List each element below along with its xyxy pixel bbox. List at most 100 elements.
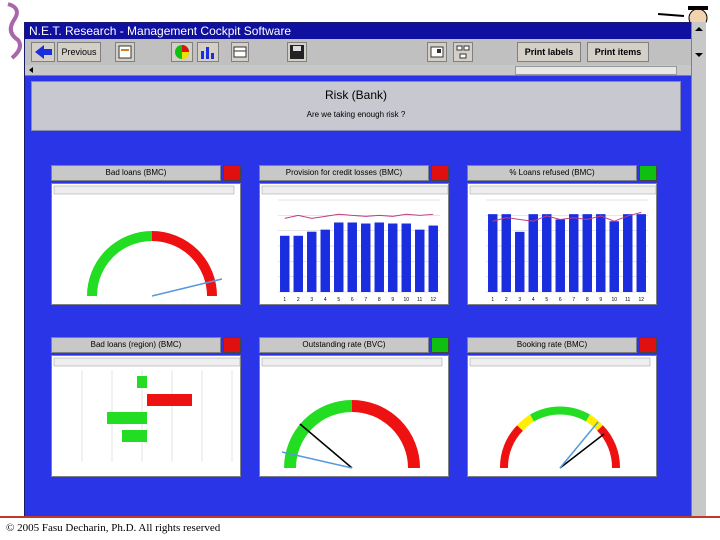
bar-chart-provision: 1 2 3 4 5 6 7 8 9 10 11 12 [261,185,449,303]
tick-label: 1 [491,297,494,303]
bar [374,222,384,292]
scrollbar-thumb[interactable] [515,66,677,75]
print-labels-button[interactable]: Print labels [517,42,581,62]
chart-header-strip [53,357,241,367]
card-title: Bad loans (BMC) [51,165,221,181]
tick-label: 10 [403,297,409,303]
bar [488,214,498,292]
tick-label: 5 [337,297,340,303]
card-bad-loans-region[interactable]: Bad loans (region) (BMC) [51,337,241,477]
tick-label: 6 [351,297,354,303]
tick-label: 7 [572,297,575,303]
scroll-up-icon[interactable] [693,24,705,34]
hbar-panel [51,355,241,477]
bar [320,229,330,292]
scroll-down-icon[interactable] [693,50,705,60]
page-subtitle: Are we taking enough risk ? [306,110,406,119]
bar-chart-loans-refused: 1 2 3 4 5 6 7 8 9 10 11 12 [469,185,657,303]
tick-label: 1 [283,297,286,303]
window-button[interactable] [427,42,447,62]
table-icon [233,46,247,58]
bar [528,214,538,292]
floppy-disk-icon [290,45,304,59]
notes-icon [118,45,132,59]
bar [361,223,371,292]
bar [401,223,411,292]
tick-label: 5 [545,297,548,303]
tick-label: 7 [364,297,367,303]
tick-label: 11 [625,297,630,303]
back-arrow-icon [35,45,52,59]
bar [542,214,552,292]
status-light [431,337,449,353]
card-booking-rate[interactable]: Booking rate (BMC) [467,337,657,477]
print-items-button[interactable]: Print items [587,42,649,62]
tick-label: 11 [417,297,422,303]
gauge-panel [51,183,241,305]
status-light [223,337,241,353]
tick-label: 12 [430,297,436,303]
window-icon [430,46,444,58]
tick-label: 4 [324,297,327,303]
bar [636,214,646,292]
card-provision-credit-losses[interactable]: Provision for credit losses (BMC) 123456… [259,165,449,305]
card-title: Outstanding rate (BVC) [259,337,429,353]
horizontal-scrollbar[interactable] [25,65,692,76]
bar [596,214,606,292]
status-light [223,165,241,181]
pie-chart-button[interactable] [171,42,193,62]
status-light [431,165,449,181]
bar [569,214,579,292]
toolbar: Previous Print labels Print items [25,39,692,66]
bar [280,235,290,292]
bar [415,229,425,292]
hbar [147,394,192,406]
gauge-chart [469,357,651,469]
gauge-panel [467,355,657,477]
tick-label: 3 [310,297,313,303]
notes-button[interactable] [115,42,135,62]
card-loans-refused[interactable]: % Loans refused (BMC) 1 2 3 4 5 6 7 8 9 10 11 12 [467,165,657,305]
card-outstanding-rate[interactable]: Outstanding rate (BVC) [259,337,449,477]
status-light [639,165,657,181]
window-title: N.E.T. Research - Management Cockpit Sof… [25,23,692,39]
org-chart-button[interactable] [453,42,473,62]
card-title: Bad loans (region) (BMC) [51,337,221,353]
tick-label: 2 [297,297,300,303]
bar-chart-button[interactable] [197,42,219,62]
header-panel: Risk (Bank) Are we taking enough risk ? [31,81,681,131]
page-title: Risk (Bank) [324,88,387,102]
tick-label: 8 [586,297,589,303]
gauge-chart [53,185,235,297]
hbar [107,412,147,424]
vertical-scrollbar[interactable] [691,22,706,516]
bar-panel: 1 2 3 4 5 6 7 8 9 10 11 12 [259,183,449,305]
tick-label: 4 [532,297,535,303]
bar [428,225,438,292]
previous-button[interactable]: Previous [57,42,101,62]
bar-panel: 1 2 3 4 5 6 7 8 9 10 11 12 [467,183,657,305]
card-bad-loans[interactable]: Bad loans (BMC) [51,165,241,305]
copyright-text: © 2005 Fasu Decharin, Ph.D. All rights r… [6,522,221,534]
tick-label: 8 [378,297,381,303]
org-chart-icon [456,45,470,59]
chart-header-strip [261,185,449,195]
scroll-left-icon[interactable] [26,65,36,75]
card-title: % Loans refused (BMC) [467,165,637,181]
chart-header-strip [469,185,657,195]
footer-divider [0,516,720,518]
tick-label: 9 [391,297,394,303]
tick-label: 2 [505,297,508,303]
hbar [122,430,147,442]
save-button[interactable] [287,42,307,62]
tick-label: 12 [638,297,644,303]
bar [501,214,511,292]
card-title: Provision for credit losses (BMC) [259,165,429,181]
bar [347,222,357,292]
gauge-panel [259,355,449,477]
bar [515,231,525,292]
back-arrow-button[interactable] [31,42,55,62]
pie-chart-icon [175,45,189,59]
table-button[interactable] [231,42,249,62]
bar [307,231,317,292]
